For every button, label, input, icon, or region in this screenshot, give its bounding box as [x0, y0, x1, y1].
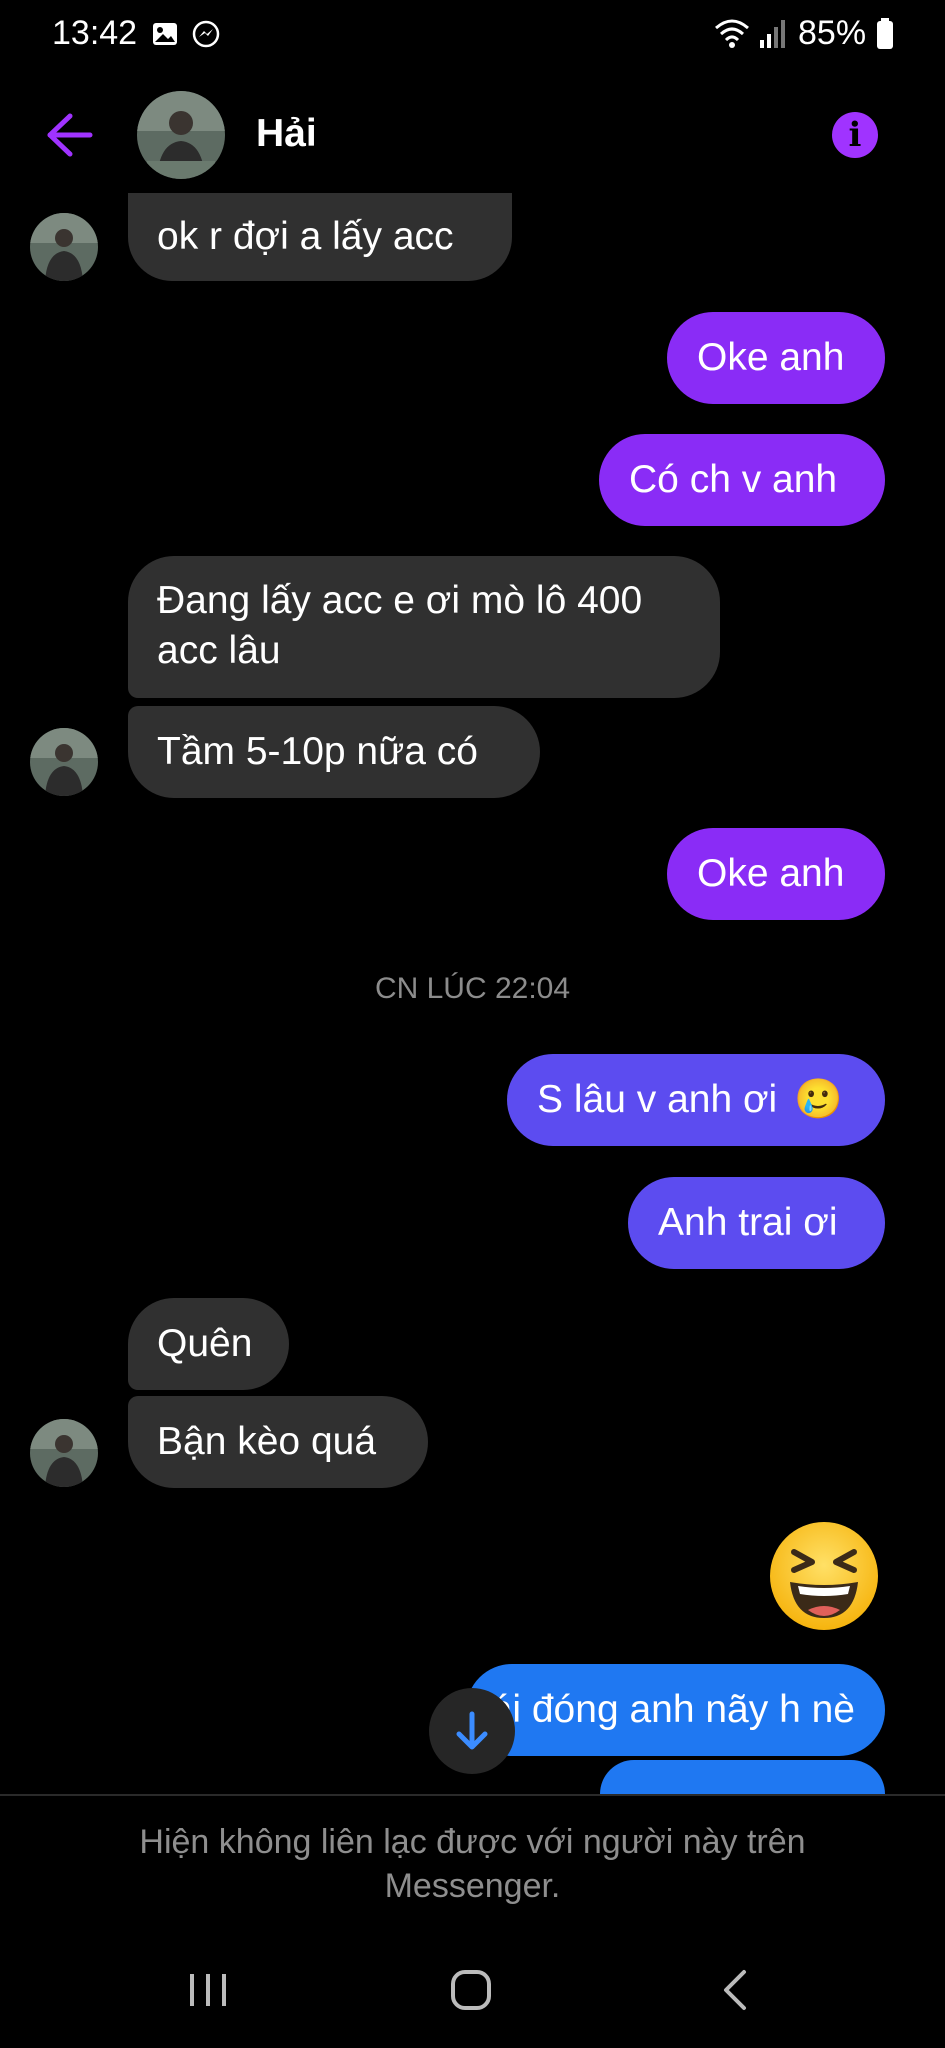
- arrow-left-icon[interactable]: [44, 112, 94, 158]
- message-bubble-outgoing[interactable]: S lâu v anh ơi 🥲: [507, 1054, 885, 1146]
- message-bubble-incoming[interactable]: ok r đợi a lấy acc: [128, 193, 512, 281]
- sender-avatar[interactable]: [30, 728, 98, 796]
- message-text: Bận kèo quá: [157, 1420, 377, 1463]
- timestamp-divider: CN LÚC 22:04: [374, 972, 571, 1005]
- contact-name[interactable]: Hải: [256, 112, 317, 156]
- message-text: S lâu v anh ơi: [537, 1078, 778, 1121]
- home-icon[interactable]: [441, 1960, 501, 2020]
- sender-avatar[interactable]: [30, 1419, 98, 1487]
- footer-divider: [0, 1794, 945, 1796]
- recent-apps-icon[interactable]: [178, 1960, 238, 2020]
- scroll-to-bottom-button[interactable]: [429, 1688, 515, 1774]
- unavailable-notice-line2: Messenger.: [384, 1867, 561, 1905]
- arrow-down-icon: [456, 1711, 488, 1750]
- messenger-icon: [192, 20, 220, 48]
- battery-icon: [877, 18, 893, 49]
- message-text-line: acc lâu: [157, 629, 281, 672]
- message-text: Có ch v anh: [629, 458, 838, 501]
- message-bubble-incoming[interactable]: Tầm 5-10p nữa có: [128, 706, 540, 798]
- message-text: Oke anh: [697, 336, 845, 379]
- message-text: Ưng cái đóng anh nãy h nè: [466, 1688, 855, 1731]
- message-text: ok r đợi a lấy acc: [157, 215, 454, 258]
- battery-percent: 85%: [798, 14, 867, 52]
- unavailable-notice-line1: Hiện không liên lạc được với người này t…: [139, 1823, 806, 1861]
- message-bubble-outgoing[interactable]: Oke anh: [667, 312, 885, 404]
- message-text-line: Đang lấy acc e ơi mò lô 400: [157, 579, 643, 622]
- message-bubble-outgoing[interactable]: Anh trai ơi: [628, 1177, 885, 1269]
- back-nav-icon[interactable]: [706, 1960, 766, 2020]
- wifi-icon: [715, 19, 749, 48]
- message-bubble-outgoing-partial[interactable]: [600, 1760, 885, 1794]
- unavailable-notice: Hiện không liên lạc được với người này t…: [0, 1820, 945, 1908]
- message-text: Tầm 5-10p nữa có: [157, 730, 478, 773]
- message-text: Oke anh: [697, 852, 845, 895]
- message-bubble-incoming[interactable]: Quên: [128, 1298, 289, 1390]
- contact-avatar[interactable]: [137, 91, 225, 179]
- message-bubble-incoming[interactable]: Bận kèo quá: [128, 1396, 428, 1488]
- message-bubble-outgoing[interactable]: Có ch v anh: [599, 434, 885, 526]
- message-text: Quên: [157, 1322, 253, 1365]
- laughing-emoji[interactable]: [766, 1518, 882, 1634]
- info-icon[interactable]: i: [832, 112, 878, 158]
- emoji: 🥲: [794, 1077, 843, 1122]
- message-text: Anh trai ơi: [658, 1201, 838, 1244]
- sender-avatar[interactable]: [30, 213, 98, 281]
- message-bubble-incoming[interactable]: Đang lấy acc e ơi mò lô 400 acc lâu: [128, 556, 720, 698]
- gallery-icon: [153, 23, 177, 45]
- status-time: 13:42: [52, 14, 138, 52]
- message-bubble-outgoing[interactable]: Ưng cái đóng anh nãy h nè: [466, 1664, 885, 1756]
- message-bubble-outgoing[interactable]: Oke anh: [667, 828, 885, 920]
- signal-icon: [760, 20, 785, 48]
